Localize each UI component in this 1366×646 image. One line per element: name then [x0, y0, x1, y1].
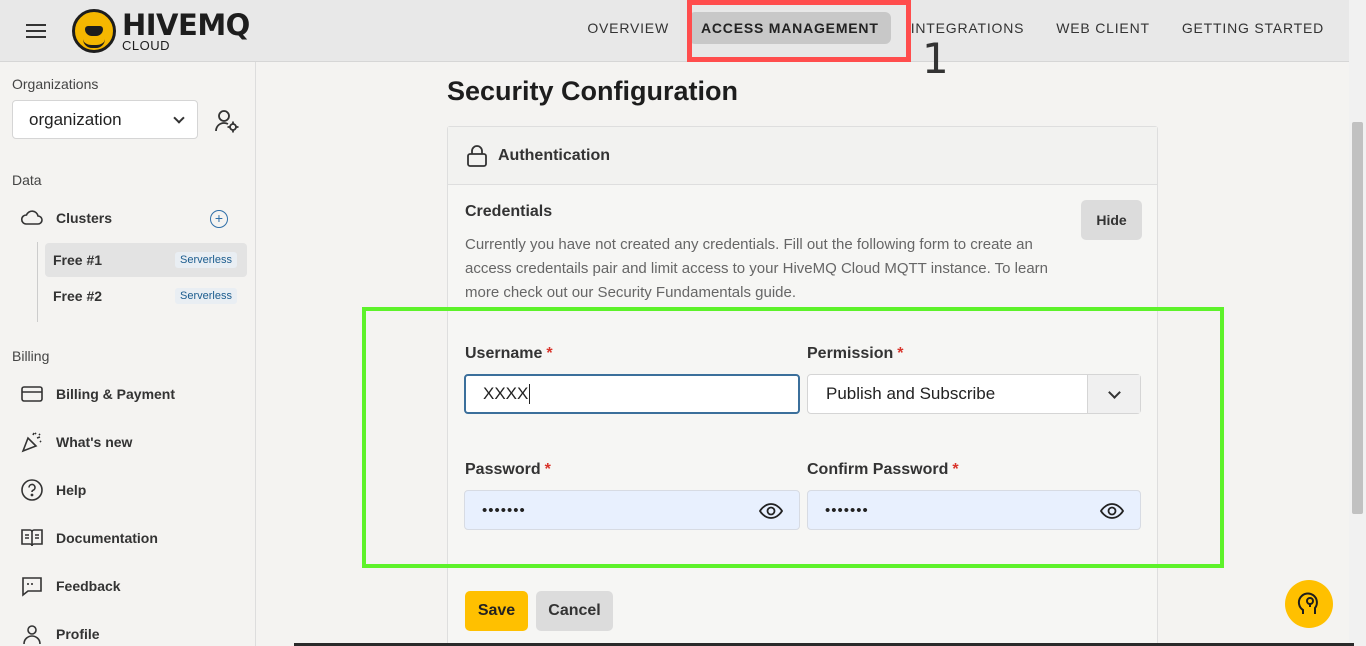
sidebar-item-billing[interactable]: Billing & Payment	[20, 379, 175, 409]
page-title: Security Configuration	[447, 76, 739, 106]
save-button[interactable]: Save	[465, 591, 528, 631]
billing-section-label: Billing	[12, 348, 50, 364]
top-bar: HIVEMQ CLOUD OVERVIEW ACCESS MANAGEMENT …	[0, 0, 1366, 62]
cloud-icon	[20, 210, 43, 225]
main-nav: OVERVIEW ACCESS MANAGEMENT INTEGRATIONS …	[567, 12, 1336, 44]
sidebar-item-clusters[interactable]: Clusters	[20, 203, 112, 233]
nav-integrations[interactable]: INTEGRATIONS	[899, 12, 1037, 44]
serverless-badge: Serverless	[175, 288, 237, 304]
annotation-highlight-red	[687, 0, 911, 62]
organizations-label: Organizations	[12, 76, 99, 92]
organization-value: organization	[29, 109, 122, 129]
tree-line	[37, 242, 38, 322]
hivemq-logo[interactable]: HIVEMQ CLOUD	[72, 7, 250, 55]
sidebar-item-label: What's new	[56, 434, 133, 450]
confetti-icon	[21, 432, 42, 453]
add-cluster-icon[interactable]: +	[210, 210, 228, 228]
bee-logo-icon	[72, 9, 116, 53]
credentials-description: Currently you have not created any crede…	[465, 236, 1049, 301]
chevron-down-icon	[173, 112, 185, 124]
sidebar-item-help[interactable]: Help	[20, 475, 86, 505]
assistant-head-icon	[1297, 592, 1318, 614]
logo-title: HIVEMQ	[122, 7, 250, 42]
cluster-item-free-1[interactable]: Free #1 Serverless	[45, 243, 247, 277]
cluster-name: Free #2	[53, 288, 103, 304]
user-settings-icon[interactable]	[214, 108, 240, 134]
nav-overview[interactable]: OVERVIEW	[575, 12, 681, 44]
annotation-number: 1	[922, 34, 949, 83]
data-section-label: Data	[12, 172, 42, 188]
lock-icon	[467, 144, 487, 167]
help-circle-icon	[21, 479, 43, 501]
sidebar-item-label: Clusters	[56, 210, 113, 226]
sidebar-item-label: Billing & Payment	[56, 386, 176, 402]
card-header: Authentication	[448, 127, 1157, 185]
menu-icon[interactable]	[22, 20, 50, 42]
sidebar-item-feedback[interactable]: Feedback	[20, 571, 121, 601]
cluster-item-free-2[interactable]: Free #2 Serverless	[45, 279, 247, 313]
sidebar-item-label: Documentation	[56, 530, 158, 546]
credit-card-icon	[21, 386, 43, 402]
scrollbar-thumb[interactable]	[1352, 122, 1363, 514]
feedback-icon	[22, 577, 42, 597]
serverless-badge: Serverless	[175, 252, 237, 268]
credentials-title: Credentials	[465, 203, 553, 220]
nav-web-client[interactable]: WEB CLIENT	[1044, 12, 1162, 44]
sidebar-item-profile[interactable]: Profile	[20, 619, 100, 646]
sidebar-item-label: Profile	[56, 626, 100, 642]
sidebar-item-label: Help	[56, 482, 87, 498]
cancel-button[interactable]: Cancel	[536, 591, 613, 631]
help-assistant-button[interactable]	[1285, 580, 1333, 628]
sidebar-item-documentation[interactable]: Documentation	[20, 523, 158, 553]
book-icon	[21, 529, 43, 547]
organization-select[interactable]: organization	[12, 100, 198, 139]
annotation-highlight-green	[362, 307, 1224, 568]
hide-button[interactable]: Hide	[1081, 200, 1142, 240]
sidebar: Organizations organization Data Clusters…	[0, 62, 256, 646]
cluster-name: Free #1	[53, 252, 103, 268]
sidebar-item-whats-new[interactable]: What's new	[20, 427, 132, 457]
authentication-title: Authentication	[498, 146, 610, 164]
nav-getting-started[interactable]: GETTING STARTED	[1170, 12, 1336, 44]
user-icon	[23, 625, 41, 645]
sidebar-item-label: Feedback	[56, 578, 121, 594]
